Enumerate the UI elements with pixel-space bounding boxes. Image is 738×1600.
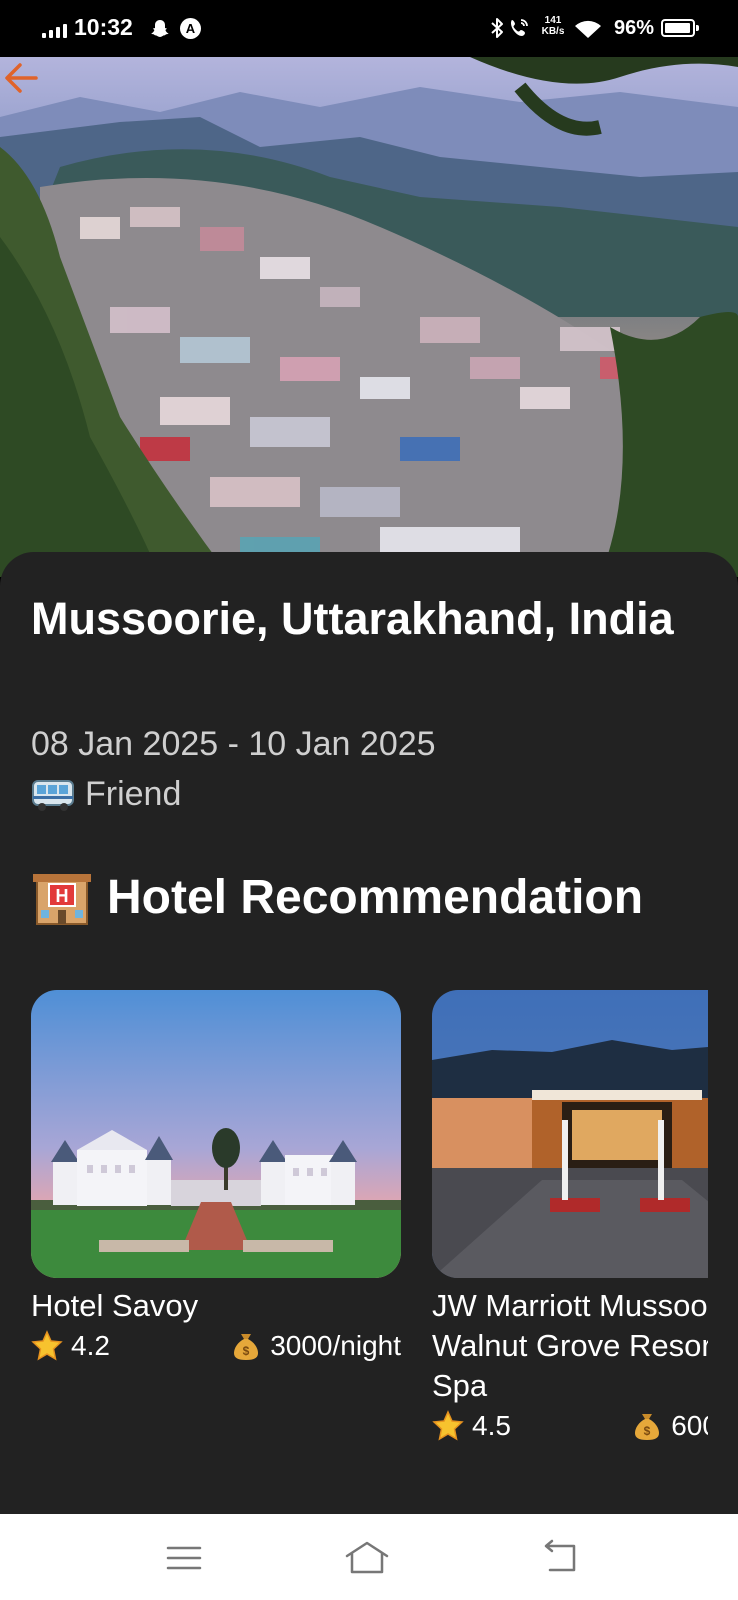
hotel-card[interactable]: JW Marriott Mussoorie Walnut Grove Resor… bbox=[432, 990, 708, 1442]
hotel-card[interactable]: Hotel Savoy 4.2 $ 3000/night bbox=[31, 990, 401, 1362]
wifi-icon bbox=[575, 20, 601, 38]
destination-hero-image bbox=[0, 57, 738, 577]
svg-text:$: $ bbox=[644, 1424, 651, 1438]
hotel-meta: 4.5 $ 6000/night bbox=[432, 1410, 708, 1442]
section-title: Hotel Recommendation bbox=[107, 870, 644, 924]
hotel-carousel[interactable]: Hotel Savoy 4.2 $ 3000/night JW Marriott… bbox=[0, 990, 708, 1450]
hotel-price: $ 6000/night bbox=[631, 1410, 708, 1442]
hotel-rating-value: 4.2 bbox=[71, 1330, 110, 1361]
star-icon bbox=[432, 1410, 464, 1441]
menu-icon[interactable] bbox=[164, 1538, 204, 1578]
back-icon[interactable] bbox=[542, 1538, 582, 1578]
wifi-calling-icon bbox=[511, 19, 528, 36]
hotel-price-value: 6000/night bbox=[671, 1410, 708, 1441]
hotel-meta: 4.2 $ 3000/night bbox=[31, 1330, 401, 1362]
traveler-type: Friend bbox=[31, 775, 181, 814]
hotel-price: $ 3000/night bbox=[230, 1330, 401, 1362]
network-speed-unit: KB/s bbox=[541, 26, 565, 37]
home-icon[interactable] bbox=[344, 1538, 390, 1578]
svg-text:H: H bbox=[56, 886, 69, 906]
bluetooth-icon bbox=[491, 18, 503, 38]
status-bar: 10:32 A 141 KB/s 96% bbox=[0, 0, 738, 57]
traveler-label: Friend bbox=[85, 775, 182, 813]
back-arrow-icon[interactable] bbox=[0, 57, 42, 99]
network-speed: 141 KB/s bbox=[537, 15, 569, 37]
hotel-section-header: H Hotel Recommendation bbox=[31, 866, 643, 928]
network-speed-value: 141 bbox=[544, 15, 562, 26]
hotel-rating: 4.2 bbox=[31, 1330, 110, 1362]
money-bag-icon: $ bbox=[635, 1414, 660, 1440]
money-bag-icon: $ bbox=[234, 1334, 259, 1360]
hotel-image[interactable] bbox=[432, 990, 708, 1278]
bus-icon bbox=[32, 779, 74, 811]
svg-text:$: $ bbox=[243, 1344, 250, 1358]
destination-title: Mussoorie, Uttarakhand, India bbox=[31, 593, 674, 644]
battery-percent: 96% bbox=[614, 17, 655, 39]
snapchat-icon bbox=[151, 20, 169, 37]
star-icon bbox=[31, 1330, 63, 1361]
hotel-name: Hotel Savoy bbox=[31, 1288, 199, 1323]
hotel-price-value: 3000/night bbox=[270, 1330, 401, 1361]
app-a-icon: A bbox=[180, 18, 201, 39]
system-nav-bar bbox=[0, 1514, 738, 1600]
hotel-rating: 4.5 bbox=[432, 1410, 511, 1442]
hotel-image[interactable] bbox=[31, 990, 401, 1278]
hotel-rating-value: 4.5 bbox=[472, 1410, 511, 1441]
signal-icon bbox=[42, 22, 67, 38]
battery-icon bbox=[661, 19, 699, 37]
hotel-icon: H bbox=[33, 874, 91, 925]
hotel-name: JW Marriott Mussoorie Walnut Grove Resor… bbox=[432, 1288, 708, 1403]
trip-dates: 08 Jan 2025 - 10 Jan 2025 bbox=[31, 725, 436, 763]
status-time: 10:32 bbox=[74, 14, 133, 40]
